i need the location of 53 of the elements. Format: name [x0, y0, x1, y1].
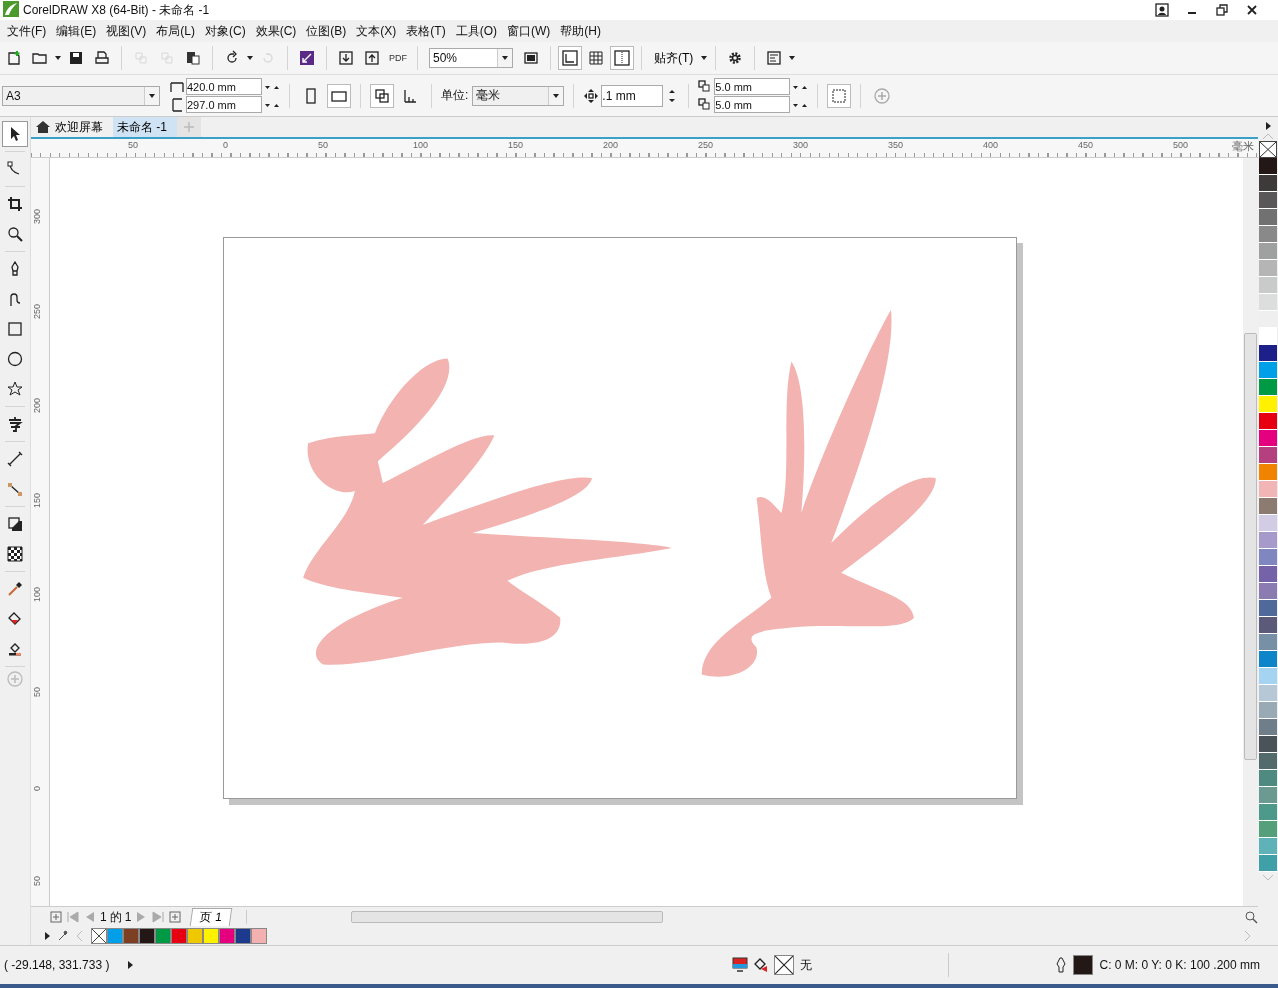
- snap-to-button[interactable]: 贴齐(T): [649, 46, 699, 70]
- ruler-label: 200: [32, 396, 42, 413]
- menu-item[interactable]: 位图(B): [305, 22, 356, 40]
- ruler-label: 150: [32, 491, 42, 508]
- menu-item[interactable]: 编辑(E): [55, 22, 106, 40]
- menu-item[interactable]: 工具(O): [454, 22, 506, 40]
- ruler-label: 250: [698, 140, 714, 150]
- ruler-label: 500: [1173, 140, 1189, 150]
- ruler-label: 50: [32, 874, 42, 886]
- ruler-unit: 毫米: [1232, 139, 1254, 154]
- ruler-label: 50: [318, 140, 328, 150]
- page-tab[interactable]: 页 1: [190, 908, 233, 926]
- document-tab[interactable]: 未命名 -1: [113, 117, 177, 137]
- nudge-distance-field[interactable]: .1 mm: [601, 84, 664, 107]
- page-width-field[interactable]: 420.0 mm: [186, 78, 262, 95]
- menu-item[interactable]: 窗口(W): [506, 22, 560, 40]
- ruler-label: 300: [32, 207, 42, 224]
- ruler-label: 0: [32, 785, 42, 791]
- ruler-label: 250: [32, 302, 42, 319]
- unit-label: 单位:: [441, 87, 469, 104]
- ruler-label: 100: [413, 140, 429, 150]
- page-number: 1: [100, 910, 107, 924]
- zoom-dropdown[interactable]: 50%: [429, 48, 513, 68]
- page-size-dropdown[interactable]: A3: [2, 85, 160, 106]
- menu-item[interactable]: 对象(C): [204, 22, 255, 40]
- menu-item[interactable]: 文件(F): [6, 22, 56, 40]
- window-title: CorelDRAW X8 (64-Bit) - 未命名 -1: [23, 1, 210, 19]
- ruler-label: 350: [888, 140, 904, 150]
- menu-item[interactable]: 文本(X): [355, 22, 406, 40]
- menu-item[interactable]: 布局(L): [155, 22, 204, 40]
- duplicate-x-field[interactable]: 5.0 mm: [714, 78, 791, 95]
- ruler-label: 50: [128, 140, 138, 150]
- fill-status: 无: [800, 956, 813, 974]
- ruler-label: 200: [603, 140, 619, 150]
- outline-status: C: 0 M: 0 Y: 0 K: 100 .200 mm: [1099, 958, 1260, 972]
- page-height-field[interactable]: 297.0 mm: [186, 96, 262, 113]
- menu-item[interactable]: 视图(V): [105, 22, 156, 40]
- units-dropdown[interactable]: 毫米: [472, 85, 565, 106]
- page-total: 1: [124, 910, 132, 924]
- ruler-label: 450: [1078, 140, 1094, 150]
- ruler-label: 50: [32, 685, 42, 697]
- ruler-label: 400: [983, 140, 999, 150]
- page-of-label: 的: [109, 908, 122, 926]
- ruler-label: 300: [793, 140, 809, 150]
- menu-item[interactable]: 效果(C): [254, 22, 306, 40]
- menu-item[interactable]: 表格(T): [405, 22, 455, 40]
- publish-pdf-button[interactable]: PDF: [386, 46, 410, 70]
- ruler-label: 0: [223, 140, 228, 150]
- cursor-coordinates: ( -29.148, 331.733 ): [4, 958, 110, 972]
- ruler-label: 150: [508, 140, 524, 150]
- ruler-label: 100: [32, 585, 42, 602]
- menu-item[interactable]: 帮助(H): [559, 22, 610, 40]
- duplicate-y-field[interactable]: 5.0 mm: [714, 96, 791, 113]
